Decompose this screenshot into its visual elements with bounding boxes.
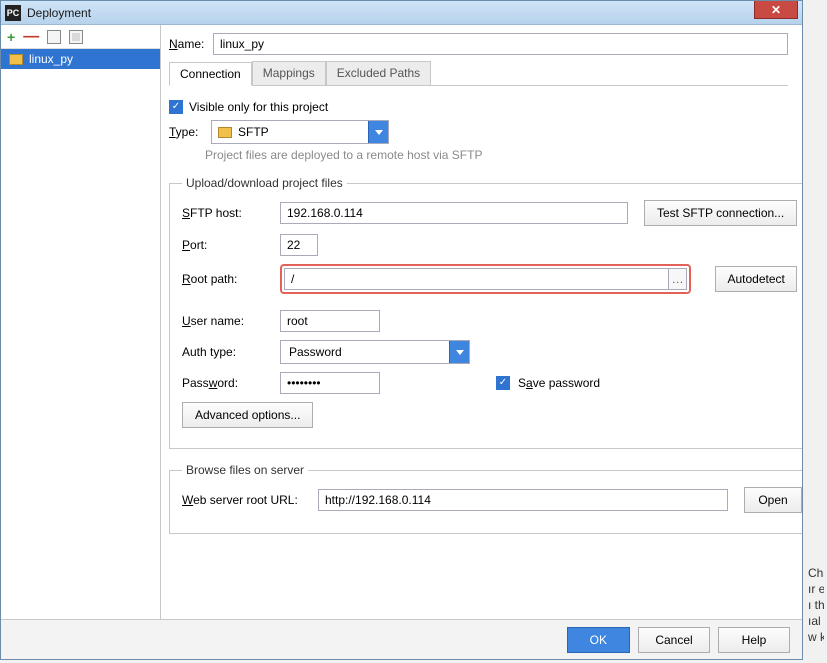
chevron-down-icon[interactable]	[368, 121, 388, 143]
type-value: SFTP	[238, 125, 368, 139]
titlebar[interactable]: PC Deployment ✕	[1, 1, 802, 25]
test-connection-button[interactable]: Test SFTP connection...	[644, 200, 797, 226]
username-label: User name:	[182, 314, 272, 328]
type-label: Type:	[169, 125, 205, 139]
upload-legend: Upload/download project files	[182, 176, 347, 190]
dialog-footer: OK Cancel Help	[1, 619, 802, 659]
advanced-options-button[interactable]: Advanced options...	[182, 402, 313, 428]
sidebar-item-label: linux_py	[29, 52, 73, 66]
help-button[interactable]: Help	[718, 627, 790, 653]
window-title: Deployment	[27, 6, 91, 20]
auth-type-value: Password	[281, 345, 350, 359]
browse-files-group: Browse files on server Web server root U…	[169, 463, 802, 534]
ok-button[interactable]: OK	[567, 627, 630, 653]
add-icon[interactable]: +	[7, 29, 15, 45]
browse-legend: Browse files on server	[182, 463, 308, 477]
root-path-highlight: …	[280, 264, 691, 294]
tab-excluded-paths[interactable]: Excluded Paths	[326, 61, 431, 85]
sidebar: + — linux_py	[1, 25, 161, 619]
main-panel: Name: Connection Mappings Excluded Paths…	[161, 25, 802, 619]
sftp-host-label: SFTP host:	[182, 206, 272, 220]
visible-only-checkbox[interactable]: ✓	[169, 100, 183, 114]
pc-icon: PC	[5, 5, 21, 21]
sidebar-item-linux-py[interactable]: linux_py	[1, 49, 160, 69]
sftp-icon	[218, 127, 232, 138]
web-url-input[interactable]	[318, 489, 728, 511]
password-label: Password:	[182, 376, 272, 390]
remove-icon[interactable]: —	[23, 33, 39, 41]
paste-icon[interactable]	[69, 30, 83, 44]
username-input[interactable]	[280, 310, 380, 332]
chevron-down-icon[interactable]	[449, 341, 469, 363]
server-icon	[9, 54, 23, 65]
web-url-label: Web server root URL:	[182, 493, 310, 507]
upload-download-group: Upload/download project files SFTP host:…	[169, 176, 802, 449]
copy-icon[interactable]	[47, 30, 61, 44]
type-combo[interactable]: SFTP	[211, 120, 389, 144]
sftp-host-input[interactable]	[280, 202, 628, 224]
password-input[interactable]	[280, 372, 380, 394]
background-text-fragment: Cha ır e ı th ıal w ki	[808, 565, 824, 645]
tabs: Connection Mappings Excluded Paths	[169, 61, 788, 86]
root-path-label: Root path:	[182, 272, 272, 286]
type-hint: Project files are deployed to a remote h…	[205, 148, 788, 162]
port-input[interactable]	[280, 234, 318, 256]
visible-only-label: Visible only for this project	[189, 100, 328, 114]
tab-connection[interactable]: Connection	[169, 62, 252, 86]
auth-type-label: Auth type:	[182, 345, 272, 359]
root-path-input[interactable]	[284, 268, 669, 290]
browse-root-button[interactable]: …	[669, 268, 687, 290]
open-button[interactable]: Open	[744, 487, 802, 513]
name-input[interactable]	[213, 33, 788, 55]
save-password-checkbox[interactable]: ✓	[496, 376, 510, 390]
save-password-label: Save password	[518, 376, 600, 390]
sidebar-toolbar: + —	[1, 25, 160, 49]
autodetect-button[interactable]: Autodetect	[715, 266, 797, 292]
auth-type-combo[interactable]: Password	[280, 340, 470, 364]
port-label: Port:	[182, 238, 272, 252]
tab-mappings[interactable]: Mappings	[252, 61, 326, 85]
name-label: Name:	[169, 37, 213, 51]
close-button[interactable]: ✕	[754, 1, 798, 19]
deployment-dialog: PC Deployment ✕ + — linux_py Name: Conne…	[0, 0, 803, 660]
cancel-button[interactable]: Cancel	[638, 627, 710, 653]
